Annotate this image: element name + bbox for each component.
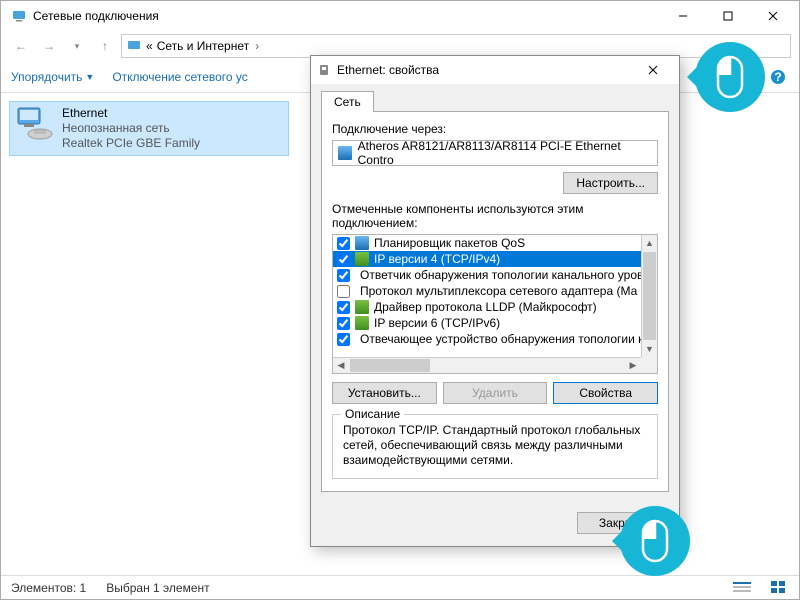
- component-checkbox[interactable]: [337, 317, 350, 330]
- scroll-down-icon[interactable]: ▼: [642, 341, 657, 357]
- component-row[interactable]: Драйвер протокола LLDP (Майкрософт): [333, 299, 641, 315]
- component-label: Отвечающее устройство обнаружения тополо…: [360, 332, 641, 346]
- component-row[interactable]: Планировщик пакетов QoS: [333, 235, 641, 251]
- component-checkbox[interactable]: [337, 253, 350, 266]
- dialog-title: Ethernet: свойства: [337, 63, 633, 77]
- nic-icon: [338, 146, 352, 160]
- close-button[interactable]: [750, 2, 795, 30]
- maximize-button[interactable]: [705, 2, 750, 30]
- help-button[interactable]: ?: [767, 66, 789, 88]
- component-label: Планировщик пакетов QoS: [374, 236, 525, 250]
- protocol-icon: [355, 300, 369, 314]
- component-checkbox[interactable]: [337, 285, 350, 298]
- protocol-icon: [355, 316, 369, 330]
- connection-name: Ethernet: [62, 106, 200, 121]
- dialog-close-button[interactable]: [633, 57, 673, 83]
- status-bar: Элементов: 1 Выбран 1 элемент: [1, 575, 799, 599]
- component-row[interactable]: Протокол мультиплексора сетевого адаптер…: [333, 283, 641, 299]
- scroll-thumb[interactable]: [350, 359, 430, 372]
- scroll-left-icon[interactable]: ◀: [333, 358, 349, 373]
- scroll-up-icon[interactable]: ▲: [642, 235, 657, 251]
- disable-device-button[interactable]: Отключение сетевого ус: [112, 70, 247, 84]
- component-row[interactable]: Ответчик обнаружения топологии канальног…: [333, 267, 641, 283]
- item-count: Элементов: 1: [11, 581, 86, 595]
- vertical-scrollbar[interactable]: ▲▼: [641, 235, 657, 357]
- uninstall-button: Удалить: [443, 382, 548, 404]
- component-label: IP версии 6 (TCP/IPv6): [374, 316, 500, 330]
- connection-status: Неопознанная сеть: [62, 121, 200, 136]
- component-row[interactable]: Отвечающее устройство обнаружения тополо…: [333, 331, 641, 347]
- properties-button[interactable]: Свойства: [553, 382, 658, 404]
- window-title: Сетевые подключения: [33, 9, 660, 23]
- component-checkbox[interactable]: [337, 301, 350, 314]
- breadcrumb-seg-1[interactable]: Сеть и Интернет: [157, 39, 249, 53]
- tab-network[interactable]: Сеть: [321, 91, 374, 112]
- install-button[interactable]: Установить...: [332, 382, 437, 404]
- protocol-icon: [355, 236, 369, 250]
- ethernet-icon: [317, 63, 331, 77]
- component-checkbox[interactable]: [337, 237, 350, 250]
- scroll-thumb[interactable]: [643, 252, 656, 340]
- horizontal-scrollbar[interactable]: ◀▶: [333, 357, 641, 373]
- component-checkbox[interactable]: [337, 269, 350, 282]
- dialog-tabs: Сеть: [321, 90, 669, 111]
- components-listbox[interactable]: Планировщик пакетов QoS IP версии 4 (TCP/…: [332, 234, 658, 374]
- component-label: IP версии 4 (TCP/IPv4): [374, 252, 500, 266]
- organize-menu[interactable]: Упорядочить▼: [11, 70, 94, 84]
- connect-via-label: Подключение через:: [332, 122, 658, 136]
- description-groupbox: Описание Протокол TCP/IP. Стандартный пр…: [332, 414, 658, 479]
- ethernet-properties-dialog: Ethernet: свойства Сеть Подключение чере…: [310, 55, 680, 547]
- selection-count: Выбран 1 элемент: [106, 581, 209, 595]
- description-text: Протокол TCP/IP. Стандартный протокол гл…: [343, 423, 647, 468]
- component-label: Драйвер протокола LLDP (Майкрософт): [374, 300, 597, 314]
- component-label: Ответчик обнаружения топологии канальног…: [360, 268, 641, 282]
- component-label: Протокол мультиплексора сетевого адаптер…: [360, 284, 637, 298]
- adapter-name: Atheros AR8121/AR8113/AR8114 PCI-E Ether…: [358, 139, 652, 167]
- details-view-icon[interactable]: [733, 581, 751, 595]
- location-icon: [126, 38, 142, 54]
- components-label: Отмеченные компоненты используются этим …: [332, 202, 658, 230]
- description-legend: Описание: [341, 407, 404, 421]
- dialog-titlebar: Ethernet: свойства: [311, 56, 679, 84]
- connection-item-ethernet[interactable]: Ethernet Неопознанная сеть Realtek PCIe …: [9, 101, 289, 156]
- large-icons-view-icon[interactable]: [771, 581, 789, 595]
- component-row[interactable]: IP версии 6 (TCP/IPv6): [333, 315, 641, 331]
- ethernet-adapter-icon: [14, 106, 54, 142]
- recent-dropdown[interactable]: ▾: [65, 34, 89, 58]
- chevron-down-icon: ▼: [85, 72, 94, 82]
- mouse-hint-icon: [695, 42, 765, 112]
- svg-text:?: ?: [774, 70, 781, 84]
- component-checkbox[interactable]: [337, 333, 350, 346]
- up-button[interactable]: ↑: [93, 34, 117, 58]
- app-icon: [11, 8, 27, 24]
- tab-content: Подключение через: Atheros AR8121/AR8113…: [321, 111, 669, 492]
- back-button[interactable]: ←: [9, 34, 33, 58]
- chevron-right-icon: ›: [255, 39, 259, 53]
- forward-button[interactable]: →: [37, 34, 61, 58]
- mouse-hint-icon: [620, 506, 690, 576]
- minimize-button[interactable]: [660, 2, 705, 30]
- scroll-right-icon[interactable]: ▶: [625, 358, 641, 373]
- titlebar: Сетевые подключения: [1, 1, 799, 31]
- component-row[interactable]: IP версии 4 (TCP/IPv4): [333, 251, 641, 267]
- protocol-icon: [355, 252, 369, 266]
- configure-button[interactable]: Настроить...: [563, 172, 658, 194]
- connection-adapter: Realtek PCIe GBE Family: [62, 136, 200, 151]
- adapter-field: Atheros AR8121/AR8113/AR8114 PCI-E Ether…: [332, 140, 658, 166]
